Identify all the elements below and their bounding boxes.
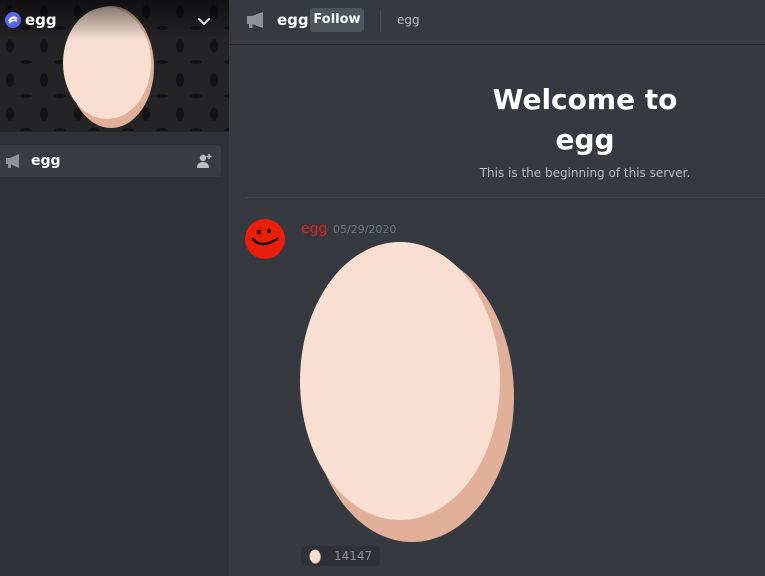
header-divider [380,10,381,32]
chevron-down-icon[interactable] [197,14,211,28]
channel-name: egg [31,153,61,169]
server-icon [5,12,21,28]
welcome-subtitle: This is the beginning of this server. [479,166,691,180]
reaction-count: 14147 [334,549,373,563]
avatar[interactable] [245,219,285,259]
egg-icon [309,549,321,564]
add-member-icon[interactable] [196,153,213,169]
channel-item-egg[interactable]: egg [0,145,221,177]
announcement-megaphone-icon [247,12,263,28]
message-divider [245,197,765,198]
channel-topic: egg [397,13,420,27]
message-author[interactable]: egg [301,220,327,238]
message-timestamp: 05/29/2020 [333,223,397,236]
server-header[interactable]: egg [0,0,229,40]
announcement-megaphone-icon [6,154,19,168]
message-egg-image[interactable] [300,240,514,542]
welcome-title: Welcome to egg [492,83,678,156]
reaction-button[interactable]: 14147 [301,546,380,566]
follow-button[interactable]: Follow [310,8,364,32]
channel-header: egg Follow egg [229,0,765,45]
app-window: egg egg egg Follow egg Welcome to egg Th… [0,0,765,576]
channel-sidebar: egg egg [0,0,229,576]
server-name: egg [25,11,57,29]
channel-title: egg [277,11,309,29]
sidebar-divider [0,131,229,132]
